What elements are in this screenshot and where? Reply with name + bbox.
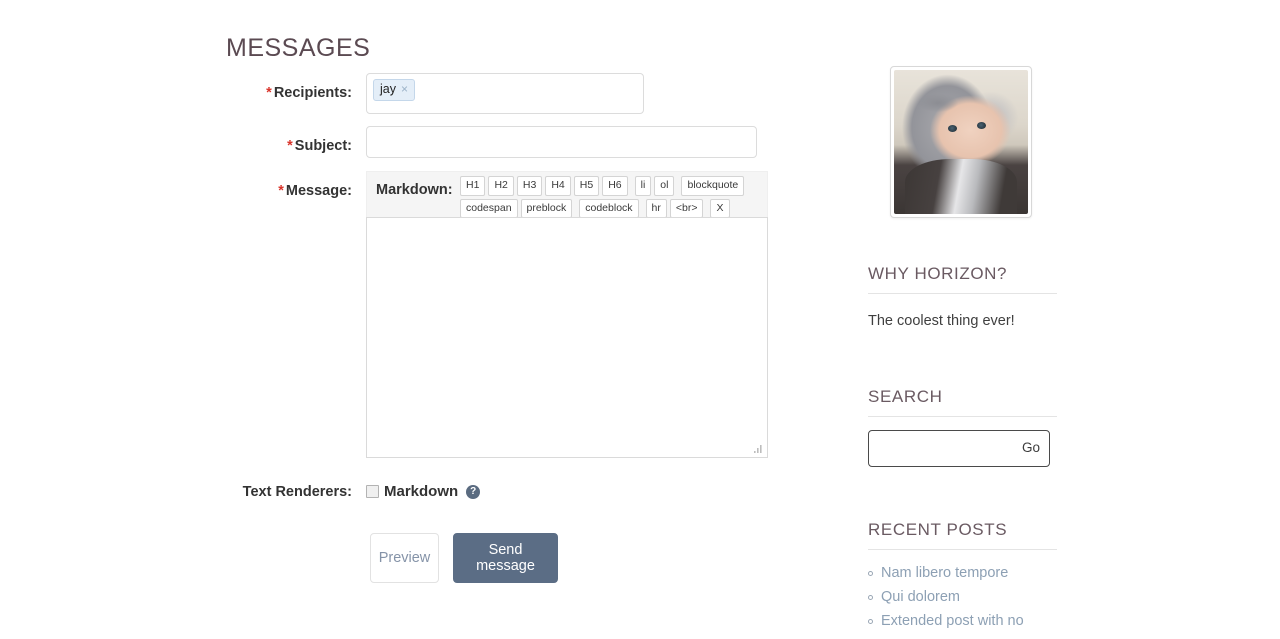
avatar-photo bbox=[894, 70, 1028, 214]
required-asterisk: * bbox=[266, 85, 272, 101]
sidebar: WHY HORIZON? The coolest thing ever! SEA… bbox=[866, 0, 1126, 639]
recent-post-link[interactable]: Extended post with no bbox=[881, 613, 1024, 629]
md-button-h3[interactable]: H3 bbox=[516, 176, 543, 196]
subject-label-text: Subject: bbox=[294, 138, 352, 154]
avatar-eye-left bbox=[947, 124, 957, 132]
list-item[interactable]: Extended post with no bbox=[868, 613, 1068, 629]
md-button-preblock[interactable]: preblock bbox=[520, 198, 573, 218]
recipients-label-text: Recipients: bbox=[273, 85, 352, 101]
subject-label: * Subject: bbox=[180, 138, 352, 154]
why-horizon-heading: WHY HORIZON? bbox=[868, 264, 1008, 283]
search-divider bbox=[868, 416, 1057, 417]
markdown-toolbar-row-1: H1 H2 H3 H4 H5 H6 li ol blockquote bbox=[460, 176, 765, 196]
search-heading: SEARCH bbox=[868, 387, 943, 406]
search-go-button[interactable]: Go bbox=[1022, 440, 1040, 455]
recent-posts-divider bbox=[868, 549, 1057, 550]
md-button-br[interactable]: <br> bbox=[669, 198, 704, 218]
avatar bbox=[890, 66, 1032, 218]
message-textarea[interactable] bbox=[366, 217, 768, 458]
why-horizon-divider bbox=[868, 293, 1057, 294]
avatar-eye-right bbox=[977, 121, 987, 129]
md-button-h1[interactable]: H1 bbox=[460, 176, 486, 196]
recipients-label: * Recipients: bbox=[180, 85, 352, 101]
md-button-li[interactable]: li bbox=[634, 176, 652, 196]
message-label: * Message: bbox=[180, 183, 352, 199]
help-icon[interactable]: ? bbox=[466, 484, 481, 499]
recent-post-link[interactable]: Nam libero tempore bbox=[881, 565, 1008, 581]
recipient-token[interactable]: jay × bbox=[373, 79, 415, 101]
markdown-checkbox-label: Markdown bbox=[384, 483, 459, 500]
required-asterisk: * bbox=[287, 138, 293, 154]
md-button-codeblock[interactable]: codeblock bbox=[579, 198, 639, 218]
markdown-toolbar-buttons: H1 H2 H3 H4 H5 H6 li ol blockquote codes… bbox=[460, 176, 765, 221]
md-button-blockquote[interactable]: blockquote bbox=[681, 176, 745, 196]
md-button-ol[interactable]: ol bbox=[654, 176, 675, 196]
circle-bullet-icon bbox=[868, 618, 873, 624]
page-title: MESSAGES bbox=[226, 34, 371, 62]
markdown-toolbar: Markdown: H1 H2 H3 H4 H5 H6 li ol blockq… bbox=[366, 171, 768, 218]
circle-bullet-icon bbox=[868, 570, 873, 576]
markdown-toolbar-row-2: codespan preblock codeblock hr <br> X bbox=[460, 198, 765, 218]
page-root: MESSAGES * Recipients: jay × * Subject: * M… bbox=[0, 0, 1280, 639]
required-asterisk: * bbox=[278, 183, 284, 199]
md-button-h2[interactable]: H2 bbox=[488, 176, 514, 196]
recent-post-link[interactable]: Qui dolorem bbox=[881, 589, 960, 605]
message-compose-form: MESSAGES * Recipients: jay × * Subject: * M… bbox=[0, 0, 840, 639]
md-button-h4[interactable]: H4 bbox=[545, 176, 571, 196]
markdown-toolbar-label: Markdown: bbox=[376, 182, 453, 198]
recent-posts-heading: RECENT POSTS bbox=[868, 520, 1008, 539]
md-button-h5[interactable]: H5 bbox=[573, 176, 600, 196]
md-button-clear[interactable]: X bbox=[710, 198, 730, 218]
circle-bullet-icon bbox=[868, 594, 873, 600]
md-button-hr[interactable]: hr bbox=[645, 198, 667, 218]
form-actions: Preview Send message bbox=[370, 533, 558, 583]
message-label-text: Message: bbox=[285, 183, 352, 199]
list-item[interactable]: Nam libero tempore bbox=[868, 565, 1068, 581]
list-item[interactable]: Qui dolorem bbox=[868, 589, 1068, 605]
md-button-codespan[interactable]: codespan bbox=[460, 198, 518, 218]
subject-input[interactable] bbox=[366, 126, 757, 158]
search-input[interactable] bbox=[869, 431, 1019, 466]
text-renderers-label: Text Renderers: bbox=[242, 484, 352, 500]
why-horizon-body: The coolest thing ever! bbox=[868, 313, 1015, 329]
remove-recipient-icon[interactable]: × bbox=[401, 82, 408, 96]
md-button-h6[interactable]: H6 bbox=[602, 176, 628, 196]
send-message-button[interactable]: Send message bbox=[453, 533, 558, 583]
recipients-input[interactable]: jay × bbox=[366, 73, 644, 114]
preview-button[interactable]: Preview bbox=[370, 533, 439, 583]
search-box[interactable]: Go bbox=[868, 430, 1050, 467]
markdown-checkbox[interactable] bbox=[366, 485, 379, 498]
recent-posts-list: Nam libero tempore Qui dolorem Extended … bbox=[868, 565, 1068, 637]
text-renderers-row: Markdown ? bbox=[366, 483, 481, 500]
recipient-token-label: jay bbox=[380, 82, 396, 96]
